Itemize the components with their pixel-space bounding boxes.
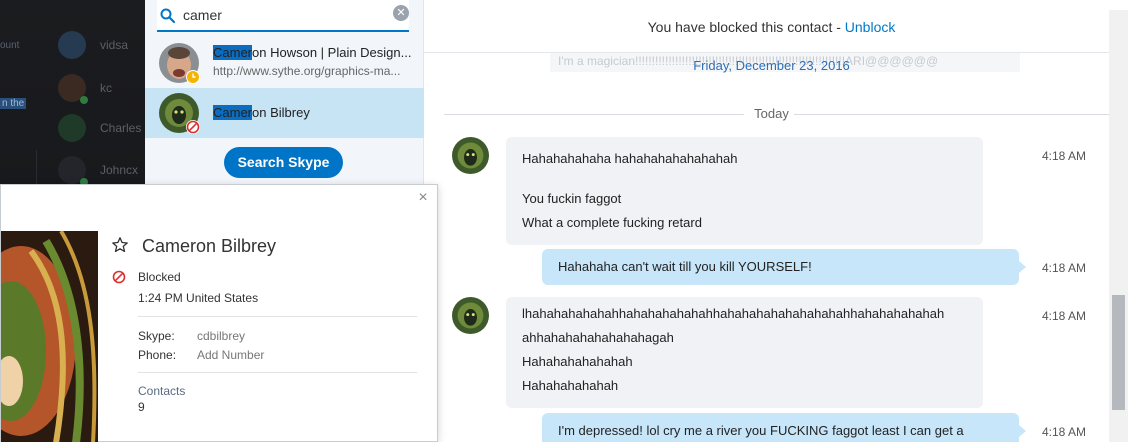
incoming-message-bubble[interactable]: Hahahahahaha hahahahahahahahah You fucki… [506,137,983,245]
dark-contact-name: Charles [100,121,142,135]
phone-label: Phone: [138,348,177,362]
contacts-label[interactable]: Contacts [138,384,185,398]
online-status-dot [80,96,88,104]
profile-name: Cameron Bilbrey [142,236,277,256]
outgoing-message-bubble[interactable]: I'm depressed! lol cry me a river you FU… [542,413,1026,442]
unblock-link[interactable]: Unblock [845,19,896,35]
add-number-link[interactable]: Add Number [197,348,264,362]
star-icon[interactable] [111,236,129,254]
search-match-highlight: Camer [213,105,253,120]
chat-area: I'm a magician!!!!!!!!!!!!!!!!!!!!!!!!!!… [424,0,1128,442]
chat-scrollbar[interactable] [1109,0,1128,442]
search-skype-button[interactable]: Search Skype [224,147,343,178]
dark-contact-item[interactable]: ount vidsa [0,25,145,65]
search-result-name-rest: on Bilbrey [252,105,310,120]
scrollbar-thumb[interactable] [1112,295,1125,410]
message-line: lhahahahahahahhahahahahahahhahahahahahah… [522,306,945,321]
message-timestamp: 4:18 AM [1042,261,1087,275]
message-line: Hahahahahahahah [522,354,633,369]
profile-picture [1,231,98,442]
message-line: Hahahahahaha hahahahahahahahah [522,151,738,166]
outgoing-message-bubble[interactable]: Hahahaha can't wait till you kill YOURSE… [542,249,1026,285]
message-line: You fuckin faggot [522,191,622,206]
message-timestamp: 4:18 AM [1042,149,1087,163]
dark-contact-item[interactable]: n the Charles [0,98,145,148]
search-box: ✕ [157,0,409,32]
blocked-icon [112,270,126,284]
skype-label: Skype: [138,329,175,343]
avatar[interactable] [452,137,489,174]
avatar [58,114,86,142]
dark-contact-fragment: n the [0,98,27,109]
away-clock-icon [186,70,200,84]
blocked-status: Blocked [138,270,181,284]
dark-contact-fragment: ount [0,40,20,51]
search-icon [160,8,176,24]
message-line: I'm depressed! lol cry me a river you FU… [558,423,964,438]
today-label: Today [754,106,789,121]
search-result-item[interactable]: Cameron Howson | Plain Design... http://… [145,38,424,88]
contacts-count: 9 [138,400,145,414]
search-panel: ✕ Cameron Howson | Plain Design... http:… [145,0,424,186]
local-time: 1:24 PM United States [138,291,259,305]
incoming-message-bubble[interactable]: lhahahahahahahhahahahahahahhahahahahahah… [506,297,983,408]
search-result-subtitle: http://www.sythe.org/graphics-ma... [213,64,401,78]
dark-contact-name: vidsa [100,38,129,52]
today-separator: Today [424,104,1119,124]
search-result-name-rest: on Howson | Plain Design... [252,45,412,60]
avatar [58,31,86,59]
message-timestamp: 4:18 AM [1042,425,1087,439]
profile-card: × Cameron Bilbrey Blocked 1:24 PM United… [0,184,438,442]
blocked-banner-text: You have blocked this contact - [647,19,845,35]
search-result-name: Cameron Bilbrey [213,105,413,120]
skype-name: cdbilbrey [197,329,246,343]
message-line: ahhahahahahahahahagah [522,330,674,345]
search-match-highlight: Camer [213,45,253,60]
message-timestamp: 4:18 AM [1042,309,1087,323]
clear-icon[interactable]: ✕ [393,5,409,21]
message-line: Hahahahahahah [522,378,619,393]
blocked-banner: You have blocked this contact - Unblock [424,0,1119,53]
message-line: Hahahaha can't wait till you kill YOURSE… [558,259,812,274]
message-line: What a complete fucking retard [522,215,702,230]
search-input[interactable] [183,2,383,28]
divider [138,316,417,317]
dark-contact-name: kc [100,81,112,95]
blocked-icon [186,120,200,134]
divider [138,372,417,373]
search-result-name: Cameron Howson | Plain Design... [213,45,413,60]
dark-contact-name: Johncx [100,163,139,177]
scrollbar-top-cap [1109,0,1128,10]
search-result-item-selected[interactable]: Cameron Bilbrey [145,88,424,138]
date-separator: Friday, December 23, 2016 [693,58,850,73]
close-icon[interactable]: × [414,189,432,207]
message-spacer [522,171,967,187]
avatar[interactable] [452,297,489,334]
